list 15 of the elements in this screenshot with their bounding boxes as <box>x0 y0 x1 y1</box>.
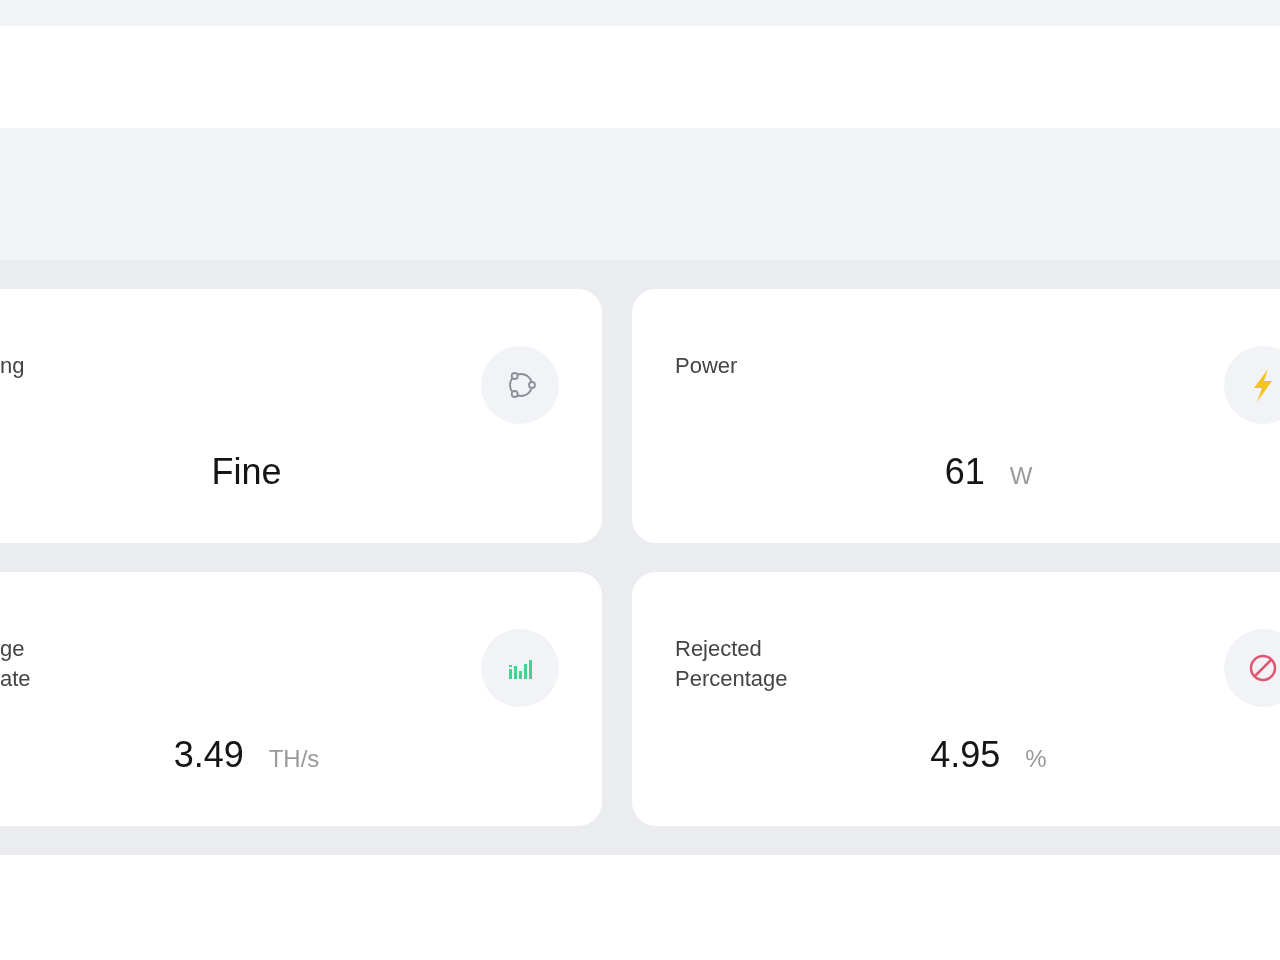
metric-unit: TH/s <box>268 745 320 773</box>
bar-chart-icon <box>481 629 559 707</box>
card-label: Power <box>675 352 738 380</box>
lightning-bolt-icon <box>1224 346 1280 424</box>
card-label: ge ate <box>0 635 31 693</box>
card-label: Rejected Percentage <box>675 635 788 693</box>
metric-unit: W <box>1009 462 1033 490</box>
metric-value: 61 <box>944 450 985 494</box>
metric-value: Fine <box>211 450 282 494</box>
connected-nodes-icon <box>481 346 559 424</box>
metric-unit: % <box>1025 745 1047 773</box>
prohibited-icon <box>1224 629 1280 707</box>
metric-value: 4.95 <box>930 733 1001 777</box>
metric-value: 3.49 <box>173 733 244 777</box>
card-label: ng <box>0 352 25 380</box>
